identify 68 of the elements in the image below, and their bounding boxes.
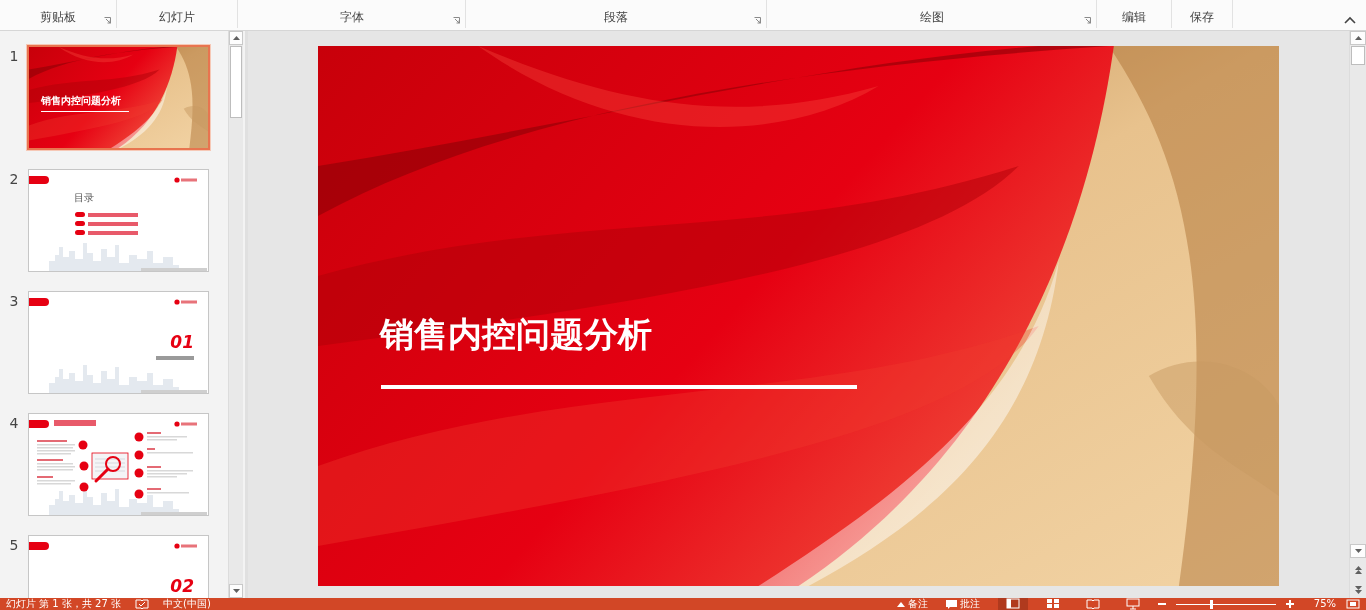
- agenda-item-drawing: [75, 221, 138, 226]
- group-label: 字体: [339, 10, 364, 24]
- logo-icon: [174, 421, 198, 427]
- caret-down-icon: [232, 589, 240, 593]
- dialog-launcher-icon[interactable]: [453, 17, 460, 24]
- comment-icon: [945, 599, 957, 609]
- slide-number: 4: [8, 414, 20, 433]
- notes-button[interactable]: 备注: [896, 598, 928, 610]
- proofing-icon[interactable]: [135, 599, 149, 609]
- caret-up-icon: [232, 36, 240, 40]
- agenda-item-drawing: [75, 212, 138, 217]
- slide-sorter-icon: [1045, 598, 1060, 610]
- slide-heading: 目录: [74, 192, 94, 204]
- comments-button[interactable]: 批注: [945, 598, 980, 610]
- logo-icon: [174, 299, 198, 305]
- slide-thumbnail[interactable]: 销售内控问题分析: [27, 45, 210, 150]
- logo-icon: [174, 177, 198, 183]
- slide-number: 1: [8, 47, 20, 66]
- zoom-level[interactable]: 75%: [1313, 598, 1336, 610]
- tab-shape: [29, 542, 49, 550]
- slide-number: 2: [8, 170, 20, 189]
- previous-slide-icon[interactable]: [1354, 566, 1362, 574]
- tab-shape: [29, 176, 49, 184]
- tab-shape: [29, 298, 49, 306]
- normal-view-icon: [1005, 598, 1020, 610]
- section-number: 01: [170, 332, 194, 352]
- group-label: 保存: [1190, 10, 1214, 24]
- slide-title: 销售内控问题分析: [380, 313, 652, 354]
- scrollbar[interactable]: [1349, 31, 1366, 598]
- logo-icon: [174, 543, 198, 549]
- group-label: 绘图: [919, 10, 944, 24]
- language-indicator[interactable]: 中文(中国): [163, 598, 211, 610]
- dialog-launcher-icon[interactable]: [104, 17, 111, 24]
- group-label: 幻灯片: [159, 10, 195, 24]
- tab-shape: [29, 420, 49, 428]
- caret-down-icon: [1354, 549, 1362, 553]
- slide-title: 销售内控问题分析: [41, 95, 121, 107]
- reading-view-icon: [1085, 598, 1100, 610]
- caret-up-icon: [1354, 36, 1362, 40]
- slide-number: 5: [8, 536, 20, 555]
- agenda-item-drawing: [75, 230, 138, 235]
- caret-icon: [896, 601, 905, 607]
- dialog-launcher-icon[interactable]: [1084, 17, 1091, 24]
- scrollbar[interactable]: [228, 31, 243, 598]
- scroll-thumb[interactable]: [1351, 46, 1365, 65]
- slide-count: 幻灯片 第 1 张，共 27 张: [6, 598, 121, 610]
- slide-thumbnail[interactable]: 02: [28, 535, 209, 598]
- zoom-out-icon[interactable]: [1157, 600, 1166, 608]
- scroll-up-button[interactable]: [1350, 31, 1366, 45]
- group-label: 编辑: [1122, 10, 1146, 24]
- slide-thumbnail[interactable]: 01: [28, 291, 209, 394]
- next-slide-icon[interactable]: [1354, 586, 1362, 594]
- scroll-down-button[interactable]: [1350, 544, 1366, 558]
- fit-to-window-icon[interactable]: [1346, 599, 1360, 609]
- slide-number: 3: [8, 292, 20, 311]
- group-label: 段落: [604, 10, 628, 24]
- slider-thumb[interactable]: [1209, 599, 1213, 609]
- slide-thumbnail[interactable]: 目录: [28, 169, 209, 272]
- section-number: 02: [170, 576, 194, 596]
- dialog-launcher-icon[interactable]: [754, 17, 761, 24]
- collapse-ribbon-icon[interactable]: [1344, 16, 1356, 24]
- scroll-up-button[interactable]: [229, 31, 243, 45]
- scroll-down-button[interactable]: [229, 584, 243, 598]
- scroll-thumb[interactable]: [230, 46, 242, 118]
- view-button[interactable]: [997, 598, 1028, 610]
- group-label: 剪贴板: [40, 10, 76, 24]
- slide-show-icon: [1125, 598, 1140, 610]
- zoom-in-icon[interactable]: [1285, 600, 1294, 608]
